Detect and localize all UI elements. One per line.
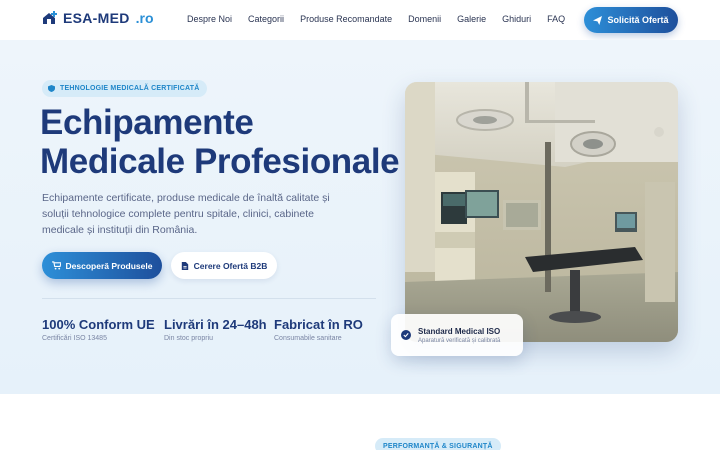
request-offer-button[interactable]: Solicită Ofertă	[584, 7, 678, 33]
stat-label: Consumabile sanitare	[274, 335, 342, 342]
b2b-offer-button[interactable]: Cerere Ofertă B2B	[171, 252, 277, 279]
stat-conformity: 100% Conform UE Certificări ISO 13485	[42, 317, 155, 342]
nav-produse-recomandate[interactable]: Produse Recomandate	[300, 14, 392, 24]
hero-title-line1: Echipamente	[40, 103, 254, 142]
brand-tld: .ro	[135, 10, 154, 26]
request-offer-label: Solicită Ofertă	[607, 15, 669, 25]
iso-card-subtitle: Aparatură verificată și calibrată	[418, 337, 501, 344]
document-icon	[181, 261, 188, 270]
hero-title: Echipamente Medicale Profesionale	[40, 103, 400, 181]
hero-title-line2: Medicale Profesionale	[40, 142, 400, 181]
b2b-offer-label: Cerere Ofertă B2B	[193, 260, 268, 271]
stat-label: Din stoc propriu	[164, 335, 214, 342]
discover-products-button[interactable]: Descoperă Produsele	[42, 252, 162, 279]
nav-despre-noi[interactable]: Despre Noi	[187, 14, 232, 24]
stats-divider	[42, 298, 376, 299]
stat-value: Livrări în 24–48h	[164, 317, 267, 332]
nav-galerie[interactable]: Galerie	[457, 14, 486, 24]
main-nav: Despre Noi Categorii Produse Recomandate…	[187, 14, 581, 24]
iso-standard-card: Standard Medical ISO Aparatură verificat…	[391, 314, 523, 356]
nav-ghiduri[interactable]: Ghiduri	[502, 14, 531, 24]
stat-label: Certificări ISO 13485	[42, 335, 107, 342]
performance-badge: PERFORMANȚĂ & SIGURANȚĂ	[375, 438, 501, 450]
nav-categorii[interactable]: Categorii	[248, 14, 284, 24]
discover-products-label: Descoperă Produsele	[65, 260, 153, 271]
operating-room-photo	[405, 82, 678, 342]
hero-badge-label: TEHNOLOGIE MEDICALĂ CERTIFICATĂ	[60, 85, 200, 92]
stat-value: Fabricat în RO	[274, 317, 363, 332]
cart-icon	[51, 261, 61, 270]
send-icon	[593, 15, 603, 25]
stat-made-in-ro: Fabricat în RO Consumabile sanitare	[274, 317, 363, 342]
hero-section: TEHNOLOGIE MEDICALĂ CERTIFICATĂ Echipame…	[0, 40, 720, 394]
hero-description: Echipamente certificate, produse medical…	[42, 192, 330, 236]
house-plus-icon	[43, 11, 57, 24]
nav-domenii[interactable]: Domenii	[408, 14, 441, 24]
hero-badge: TEHNOLOGIE MEDICALĂ CERTIFICATĂ	[42, 80, 208, 97]
site-header: ESA-MED .ro Despre Noi Categorii Produse…	[0, 0, 720, 40]
nav-faq[interactable]: FAQ	[547, 14, 565, 24]
logo[interactable]: ESA-MED .ro	[42, 10, 154, 26]
iso-card-title: Standard Medical ISO	[418, 326, 501, 336]
stat-delivery: Livrări în 24–48h Din stoc propriu	[164, 317, 267, 342]
check-circle-icon	[401, 330, 411, 340]
stat-value: 100% Conform UE	[42, 317, 155, 332]
shield-icon	[48, 85, 55, 92]
brand-name: ESA-MED	[63, 10, 130, 26]
